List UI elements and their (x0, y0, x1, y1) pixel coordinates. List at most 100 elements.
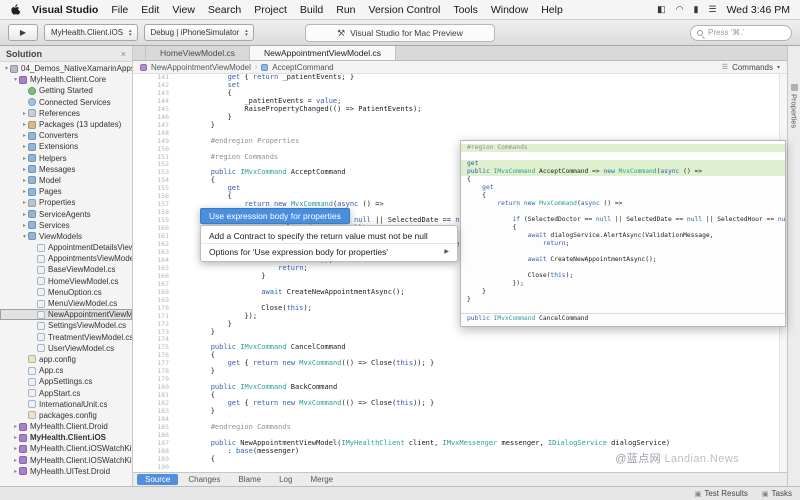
tree-item-menuoption-cs[interactable]: MenuOption.cs (0, 287, 132, 298)
tree-item-myhealth-uitest-droid[interactable]: ▸ MyHealth.UITest.Droid (0, 466, 132, 477)
tree-item-baseviewmodel-cs[interactable]: BaseViewModel.cs (0, 264, 132, 275)
menu-item-file[interactable]: File (111, 4, 128, 16)
disclosure-closed-icon[interactable]: ▸ (12, 457, 19, 464)
tree-item-appstart-cs[interactable]: AppStart.cs (0, 387, 132, 398)
properties-pad-tab[interactable]: Properties (790, 84, 799, 128)
close-pad-icon[interactable]: × (121, 49, 126, 59)
view-tab-source[interactable]: Source (137, 474, 179, 485)
code-line-180[interactable]: 180 public IMvxCommand BackCommand (133, 383, 787, 392)
view-tab-blame[interactable]: Blame (230, 474, 269, 485)
code-line-147[interactable]: 147 } (133, 121, 787, 130)
tree-item-helpers[interactable]: ▸ Helpers (0, 153, 132, 164)
disclosure-closed-icon[interactable]: ▸ (21, 188, 28, 195)
tree-item-services[interactable]: ▸ Services (0, 220, 132, 231)
code-line-185[interactable]: 185 #endregion Commands (133, 423, 787, 432)
disclosure-closed-icon[interactable]: ▸ (21, 143, 28, 150)
disclosure-closed-icon[interactable]: ▸ (21, 121, 28, 128)
menu-item-help[interactable]: Help (541, 4, 563, 16)
status-notification-pill[interactable]: ⚒ Visual Studio for Mac Preview (305, 24, 495, 42)
wifi-icon[interactable]: ◠ (676, 4, 684, 15)
tree-item-model[interactable]: ▸ Model (0, 175, 132, 186)
disclosure-open-icon[interactable]: ▾ (3, 65, 10, 72)
target-selector[interactable]: MyHealth.Client.iOS ▲ ▼ (44, 24, 138, 41)
tree-item-getting-started[interactable]: Getting Started (0, 85, 132, 96)
disclosure-closed-icon[interactable]: ▸ (21, 199, 28, 206)
control-center-icon[interactable]: ◧ (657, 4, 666, 15)
tree-item-myhealth-client-core[interactable]: ▾ MyHealth.Client.Core (0, 74, 132, 85)
tree-item-extensions[interactable]: ▸ Extensions (0, 141, 132, 152)
tree-item-04-demos-nativexamarinapps-master[interactable]: ▾ 04_Demos_NativeXamarinApps (master) (0, 63, 132, 74)
tree-item-pages[interactable]: ▸ Pages (0, 186, 132, 197)
tree-item-myhealth-client-ioswatchkitextension[interactable]: ▸ MyHealth.Client.iOSWatchKitExtension (0, 455, 132, 466)
config-selector[interactable]: Debug | iPhoneSimulator ▲ ▼ (143, 24, 254, 41)
disclosure-closed-icon[interactable]: ▸ (21, 222, 28, 229)
tree-item-menuviewmodel-cs[interactable]: MenuViewModel.cs (0, 298, 132, 309)
notification-center-icon[interactable]: ☰ (709, 4, 717, 15)
tree-item-myhealth-client-droid[interactable]: ▸ MyHealth.Client.Droid (0, 421, 132, 432)
battery-icon[interactable]: ▮ (694, 4, 699, 15)
view-tab-merge[interactable]: Merge (302, 474, 341, 485)
view-tab-changes[interactable]: Changes (180, 474, 228, 485)
menu-bar-clock[interactable]: Wed 3:46 PM (727, 4, 790, 16)
menu-item-window[interactable]: Window (491, 4, 528, 16)
tree-item-packages-config[interactable]: packages.config (0, 410, 132, 421)
tree-item-treatmentviewmodel-cs[interactable]: TreatmentViewModel.cs (0, 332, 132, 343)
tree-item-serviceagents[interactable]: ▸ ServiceAgents (0, 208, 132, 219)
tree-item-myhealth-client-ios[interactable]: ▸ MyHealth.Client.iOS (0, 432, 132, 443)
tree-item-converters[interactable]: ▸ Converters (0, 130, 132, 141)
disclosure-closed-icon[interactable]: ▸ (21, 177, 28, 184)
breadcrumb-class[interactable]: NewAppointmentViewModel (151, 63, 251, 72)
search-field[interactable]: Press '⌘.' (690, 24, 792, 41)
disclosure-closed-icon[interactable]: ▸ (21, 166, 28, 173)
code-line-183[interactable]: 183 } (133, 407, 787, 416)
run-button[interactable]: ▶ (8, 24, 38, 41)
disclosure-closed-icon[interactable]: ▸ (21, 211, 28, 218)
code-line-175[interactable]: 175 public IMvxCommand CancelCommand (133, 343, 787, 352)
menu-item-tools[interactable]: Tools (453, 4, 478, 16)
menu-item-run[interactable]: Run (336, 4, 355, 16)
code-line-177[interactable]: 177 get { return new MvxCommand(() => Cl… (133, 359, 787, 368)
tree-item-homeviewmodel-cs[interactable]: HomeViewModel.cs (0, 276, 132, 287)
menu-item-version-control[interactable]: Version Control (369, 4, 441, 16)
view-tab-log[interactable]: Log (271, 474, 300, 485)
status-test-results[interactable]: ▣ Test Results (695, 489, 748, 498)
disclosure-closed-icon[interactable]: ▸ (21, 132, 28, 139)
members-dropdown[interactable]: ☰ Commands ▾ (722, 63, 780, 72)
status-tasks[interactable]: ▣ Tasks (762, 489, 792, 498)
disclosure-closed-icon[interactable]: ▸ (21, 155, 28, 162)
tree-item-packages-13-updates[interactable]: ▸ Packages (13 updates) (0, 119, 132, 130)
tree-item-appointmentdetailsviewmodel-cs[interactable]: AppointmentDetailsViewModel.cs (0, 242, 132, 253)
tree-item-userviewmodel-cs[interactable]: UserViewModel.cs (0, 343, 132, 354)
menu-item-visual-studio[interactable]: Visual Studio (32, 4, 98, 16)
tree-item-references[interactable]: ▸ References (0, 108, 132, 119)
tree-item-appointmentsviewmodel-cs[interactable]: AppointmentsViewModel.cs (0, 253, 132, 264)
quick-fix-item-add-a-contract-to-specify-the-[interactable]: Add a Contract to specify the return val… (201, 228, 457, 243)
disclosure-closed-icon[interactable]: ▸ (12, 434, 19, 441)
tree-item-newappointmentviewmodel-cs[interactable]: NewAppointmentViewModel.cs (0, 309, 132, 321)
menu-item-build[interactable]: Build (300, 4, 323, 16)
tree-item-app-cs[interactable]: App.cs (0, 365, 132, 376)
menu-item-view[interactable]: View (172, 4, 195, 16)
quick-fix-selected-item[interactable]: Use expression body for properties (200, 208, 350, 224)
tree-item-internationalunit-cs[interactable]: InternationalUnit.cs (0, 399, 132, 410)
tree-item-app-config[interactable]: app.config (0, 354, 132, 365)
code-line-182[interactable]: 182 get { return new MvxCommand(() => Cl… (133, 399, 787, 408)
menu-item-project[interactable]: Project (254, 4, 287, 16)
apple-menu[interactable] (10, 3, 21, 16)
menu-item-edit[interactable]: Edit (141, 4, 159, 16)
breadcrumb-member[interactable]: AcceptCommand (272, 63, 333, 72)
tree-item-settingsviewmodel-cs[interactable]: SettingsViewModel.cs (0, 320, 132, 331)
code-line-173[interactable]: 173 } (133, 328, 787, 337)
editor-tab-newappointmentviewmodel-cs[interactable]: NewAppointmentViewModel.cs (249, 46, 396, 60)
disclosure-closed-icon[interactable]: ▸ (21, 110, 28, 117)
disclosure-open-icon[interactable]: ▾ (12, 76, 19, 83)
disclosure-closed-icon[interactable]: ▸ (12, 468, 19, 475)
code-line-146[interactable]: 146 } (133, 113, 787, 122)
menu-item-search[interactable]: Search (208, 4, 241, 16)
editor-tab-homeviewmodel-cs[interactable]: HomeViewModel.cs (145, 46, 250, 60)
disclosure-closed-icon[interactable]: ▸ (12, 445, 19, 452)
tree-item-viewmodels[interactable]: ▾ ViewModels (0, 231, 132, 242)
tree-item-messages[interactable]: ▸ Messages (0, 164, 132, 175)
code-line-178[interactable]: 178 } (133, 367, 787, 376)
disclosure-open-icon[interactable]: ▾ (21, 233, 28, 240)
